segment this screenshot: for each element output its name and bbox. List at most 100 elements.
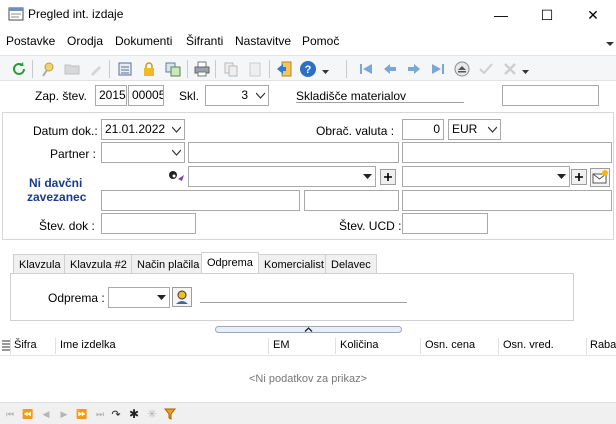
send-email-button[interactable] [590, 168, 610, 187]
column-rabat[interactable]: Rabat [590, 339, 616, 351]
contact-select[interactable] [402, 166, 570, 187]
column-ime-izdelka[interactable]: Ime izdelka [60, 339, 116, 351]
column-separator [420, 338, 421, 354]
tab-komercialist[interactable]: Komercialist [258, 254, 330, 274]
currency-select[interactable]: EUR [448, 119, 501, 140]
nav-refresh-icon[interactable]: ↷ [108, 406, 124, 422]
menu-nastavitve[interactable]: Nastavitve [235, 34, 291, 48]
partner-extra-field[interactable] [402, 142, 612, 163]
nav-next-icon[interactable]: ▶ [56, 406, 72, 422]
warehouse-select-value: 3 [241, 88, 248, 102]
app-icon [8, 7, 24, 21]
envelope-icon [592, 170, 608, 184]
copy-icon[interactable] [163, 59, 183, 79]
chevron-down-icon [256, 92, 265, 99]
person-lookup-icon[interactable] [166, 169, 186, 185]
nav-last-page-icon[interactable]: ⏭ [92, 406, 108, 422]
datum-label: Datum dok.: [33, 124, 98, 138]
column-em[interactable]: EM [273, 339, 290, 351]
tab-nacin-placila[interactable]: Način plačila [131, 254, 206, 274]
currency-rate-field[interactable]: 0 [402, 119, 444, 140]
pencil-icon[interactable] [86, 59, 106, 79]
nav-insert-icon[interactable]: ✱ [126, 406, 142, 422]
new-icon[interactable] [38, 59, 58, 79]
printer-icon[interactable] [192, 59, 212, 79]
document-number-field[interactable]: 00005 [128, 85, 164, 106]
menu-sifranti[interactable]: Šifranti [186, 34, 223, 48]
confirm-icon[interactable] [476, 59, 496, 79]
year-field[interactable]: 2015 [95, 85, 127, 106]
chevron-up-icon [304, 327, 313, 332]
country-field[interactable] [402, 190, 612, 211]
nav-previous-icon[interactable]: ◀ [38, 406, 54, 422]
svg-text:?: ? [305, 64, 312, 76]
nav-next-page-icon[interactable]: ⏩ [74, 406, 90, 422]
previous-record-icon[interactable] [380, 59, 400, 79]
column-kolicina[interactable]: Količina [340, 339, 379, 351]
nav-delete-icon[interactable]: ✳ [144, 406, 160, 422]
column-osn-vred[interactable]: Osn. vred. [503, 339, 554, 351]
help-dropdown-icon[interactable] [322, 70, 329, 74]
header-extra-field[interactable] [502, 85, 599, 106]
tab-klavzula[interactable]: Klavzula [13, 254, 67, 274]
column-chooser-icon[interactable] [2, 340, 10, 351]
stev-dok-label: Štev. dok : [39, 219, 95, 233]
eject-icon[interactable] [452, 59, 472, 79]
nav-first-page-icon[interactable]: ⏮ [2, 406, 18, 422]
lock-icon[interactable] [139, 59, 159, 79]
odprema-label: Odprema : [48, 291, 105, 305]
duplicate-icon[interactable] [221, 59, 241, 79]
toolbar-separator [269, 60, 270, 78]
minimize-button[interactable]: — [478, 0, 524, 30]
partner-select[interactable] [101, 142, 185, 163]
date-picker-value: 21.01.2022 [105, 122, 166, 136]
paste-icon[interactable] [245, 59, 265, 79]
toolbar-separator [109, 60, 110, 78]
odprema-lookup-button[interactable] [172, 287, 192, 307]
nav-previous-page-icon[interactable]: ⏪ [20, 406, 36, 422]
first-record-icon[interactable] [356, 59, 376, 79]
person-search-icon [176, 290, 188, 304]
menu-bar: Postavke Orodja Dokumenti Šifranti Nasta… [0, 32, 616, 52]
close-button[interactable]: ✕ [570, 0, 616, 30]
title-bar: Pregled int. izdaje — ☐ ✕ [0, 0, 616, 30]
exit-icon[interactable] [274, 59, 294, 79]
next-record-icon[interactable] [404, 59, 424, 79]
splitter-handle[interactable] [215, 326, 402, 333]
tab-klavzula-2[interactable]: Klavzula #2 [64, 254, 133, 274]
add-contact-button[interactable] [571, 169, 587, 185]
menu-dokumenti[interactable]: Dokumenti [115, 34, 172, 48]
address-select[interactable] [188, 166, 376, 187]
menu-pomoc[interactable]: Pomoč [302, 34, 339, 48]
odprema-select[interactable] [108, 287, 170, 308]
last-record-icon[interactable] [428, 59, 448, 79]
add-address-button[interactable] [380, 169, 396, 185]
skl-label: Skl. [179, 89, 200, 103]
warehouse-select[interactable]: 3 [205, 85, 269, 106]
date-picker[interactable]: 21.01.2022 [101, 119, 185, 140]
post-code-field[interactable] [304, 190, 399, 211]
toolbar-separator [32, 60, 33, 78]
plus-icon [384, 173, 392, 181]
tab-odprema[interactable]: Odprema [201, 252, 259, 275]
cancel-icon[interactable] [500, 59, 520, 79]
filter-icon[interactable] [162, 406, 178, 422]
tab-delavec[interactable]: Delavec [325, 254, 377, 274]
maximize-button[interactable]: ☐ [524, 0, 570, 30]
chevron-down-icon [488, 126, 497, 133]
document-ref-field[interactable] [101, 213, 196, 234]
menu-orodja[interactable]: Orodja [67, 34, 103, 48]
menu-overflow-icon[interactable] [606, 42, 614, 47]
address-line-field[interactable] [101, 190, 300, 211]
refresh-icon[interactable] [9, 59, 29, 79]
currency-select-value: EUR [452, 122, 478, 136]
menu-postavke[interactable]: Postavke [6, 34, 55, 48]
folder-icon[interactable] [62, 59, 82, 79]
help-icon[interactable]: ? [298, 59, 318, 79]
column-osn-cena[interactable]: Osn. cena [425, 339, 475, 351]
ucd-number-field[interactable] [402, 213, 488, 234]
cancel-dropdown-icon[interactable] [522, 70, 529, 74]
column-sifra[interactable]: Šifra [14, 339, 37, 351]
calculator-icon[interactable] [115, 59, 135, 79]
partner-name-field[interactable] [188, 142, 399, 163]
